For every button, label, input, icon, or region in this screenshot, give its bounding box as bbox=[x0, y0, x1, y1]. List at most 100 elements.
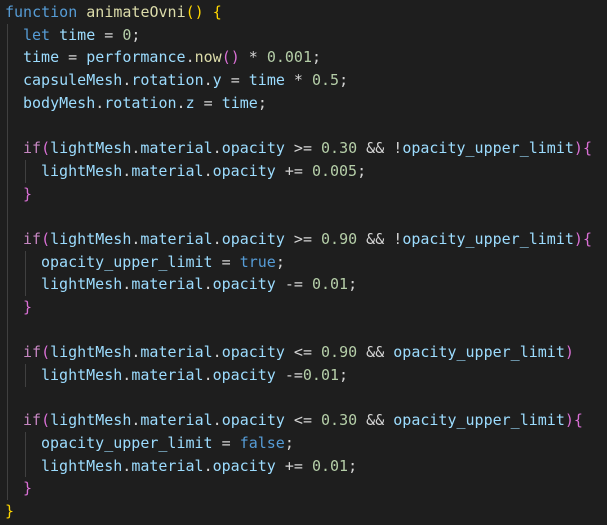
code-token: material bbox=[140, 343, 213, 362]
indent-guide bbox=[5, 386, 23, 410]
code-token: ; bbox=[131, 25, 141, 44]
code-area[interactable]: function animateOvni() {let time = 0; tim… bbox=[5, 1, 592, 523]
code-token: <= bbox=[284, 411, 322, 430]
indent-guide bbox=[5, 250, 23, 274]
code-token: bodyMesh bbox=[23, 93, 96, 112]
code-token: opacity_upper_limit bbox=[41, 252, 213, 271]
code-token: () bbox=[185, 3, 204, 21]
indent-guide bbox=[5, 205, 23, 228]
code-token: && bbox=[357, 411, 394, 430]
code-token: lightMesh bbox=[41, 161, 123, 180]
code-line[interactable]: lightMesh. material. opacity -= 0.01; bbox=[5, 273, 592, 296]
code-token: capsuleMesh bbox=[23, 71, 123, 90]
code-line[interactable] bbox=[5, 318, 592, 342]
code-token: true bbox=[239, 252, 276, 271]
code-line[interactable]: if(lightMesh. material. opacity <= 0.90 &&… bbox=[5, 341, 592, 364]
code-token: false bbox=[239, 434, 285, 453]
code-token: . bbox=[203, 275, 213, 294]
code-token: ; bbox=[339, 366, 349, 384]
code-token: ; bbox=[257, 93, 267, 112]
code-token: ( bbox=[41, 343, 51, 362]
code-token: opacity_upper_limit bbox=[402, 139, 574, 158]
code-token: ; bbox=[312, 48, 322, 67]
code-line[interactable]: if(lightMesh. material. opacity >= 0.30 &&… bbox=[5, 137, 592, 160]
code-line[interactable]: capsuleMesh. rotation. y = time * 0.5; bbox=[5, 69, 592, 92]
code-token: material bbox=[131, 456, 204, 475]
code-token: 0.01 bbox=[311, 456, 349, 475]
code-token: time bbox=[221, 93, 258, 112]
code-token: lightMesh bbox=[50, 343, 132, 362]
code-token: } bbox=[23, 297, 33, 316]
code-line[interactable]: } bbox=[5, 182, 592, 206]
code-token: 0.30 bbox=[321, 139, 358, 158]
code-token: { bbox=[212, 3, 222, 21]
code-line[interactable]: } bbox=[5, 477, 592, 500]
code-token: } bbox=[23, 479, 33, 498]
code-line[interactable]: let time = 0; bbox=[5, 23, 592, 47]
code-line[interactable]: lightMesh. material. opacity -= 0.01; bbox=[5, 364, 592, 387]
code-line[interactable]: if(lightMesh. material. opacity <= 0.30 &&… bbox=[5, 409, 592, 432]
code-token: . bbox=[176, 93, 186, 112]
code-token: { bbox=[573, 411, 583, 430]
code-line[interactable]: function animateOvni() { bbox=[5, 1, 592, 24]
code-token: lightMesh bbox=[50, 139, 132, 158]
code-token: ; bbox=[357, 161, 367, 180]
code-token: ; bbox=[348, 275, 358, 294]
code-token: ) bbox=[564, 411, 574, 430]
indent-guide bbox=[5, 273, 23, 296]
code-token: rotation bbox=[131, 71, 204, 90]
code-token: = bbox=[221, 71, 249, 90]
code-token: opacity_upper_limit bbox=[402, 229, 574, 248]
code-token: performance bbox=[86, 48, 186, 67]
code-line[interactable]: opacity_upper_limit = false; bbox=[5, 432, 592, 455]
code-token: = bbox=[194, 93, 222, 112]
code-token: animateOvni bbox=[86, 3, 186, 21]
code-line[interactable]: lightMesh. material. opacity += 0.005; bbox=[5, 159, 592, 183]
code-token: lightMesh bbox=[50, 411, 132, 430]
indent-guide bbox=[5, 182, 23, 206]
code-line[interactable]: time = performance. now() * 0.001; bbox=[5, 46, 592, 69]
code-token: material bbox=[131, 161, 204, 180]
code-token: = bbox=[95, 25, 123, 44]
code-token: opacity bbox=[212, 456, 276, 475]
code-editor[interactable]: function animateOvni() {let time = 0; tim… bbox=[0, 0, 607, 525]
code-token: material bbox=[140, 411, 213, 430]
indent-guide bbox=[23, 250, 41, 274]
indent-guide bbox=[5, 227, 23, 251]
code-token: opacity bbox=[212, 366, 276, 384]
indent-guide bbox=[5, 137, 23, 160]
code-token: } bbox=[23, 184, 33, 203]
code-token: += bbox=[275, 456, 312, 475]
code-token: ; bbox=[284, 434, 294, 453]
code-token: * bbox=[239, 48, 267, 67]
code-token: 0.01 bbox=[302, 366, 340, 384]
indent-guide bbox=[23, 364, 41, 387]
indent-guide bbox=[5, 477, 23, 500]
code-line[interactable]: } bbox=[5, 500, 592, 523]
code-line[interactable] bbox=[5, 386, 592, 410]
code-line[interactable]: if(lightMesh. material. opacity >= 0.90 &&… bbox=[5, 227, 592, 251]
code-token: . bbox=[212, 229, 222, 248]
code-line[interactable]: opacity_upper_limit = true; bbox=[5, 250, 592, 274]
code-token: ( bbox=[41, 411, 51, 430]
code-token: { bbox=[582, 229, 592, 248]
code-line[interactable]: bodyMesh. rotation. z = time; bbox=[5, 91, 592, 115]
code-line[interactable]: } bbox=[5, 295, 592, 319]
code-token: <= bbox=[284, 343, 322, 362]
code-token: } bbox=[5, 502, 15, 521]
code-token: opacity bbox=[221, 411, 285, 430]
code-line[interactable] bbox=[5, 114, 592, 137]
code-token: . bbox=[122, 71, 132, 90]
code-token: . bbox=[212, 411, 222, 430]
indent-guide bbox=[23, 273, 41, 296]
code-token: () bbox=[221, 48, 240, 67]
code-token: = bbox=[212, 434, 240, 453]
indent-guide bbox=[5, 159, 23, 183]
code-token: . bbox=[212, 343, 222, 362]
code-token: opacity_upper_limit bbox=[393, 411, 565, 430]
code-line[interactable] bbox=[5, 205, 592, 228]
code-token: = bbox=[212, 252, 240, 271]
code-line[interactable]: lightMesh. material. opacity += 0.01; bbox=[5, 454, 592, 478]
